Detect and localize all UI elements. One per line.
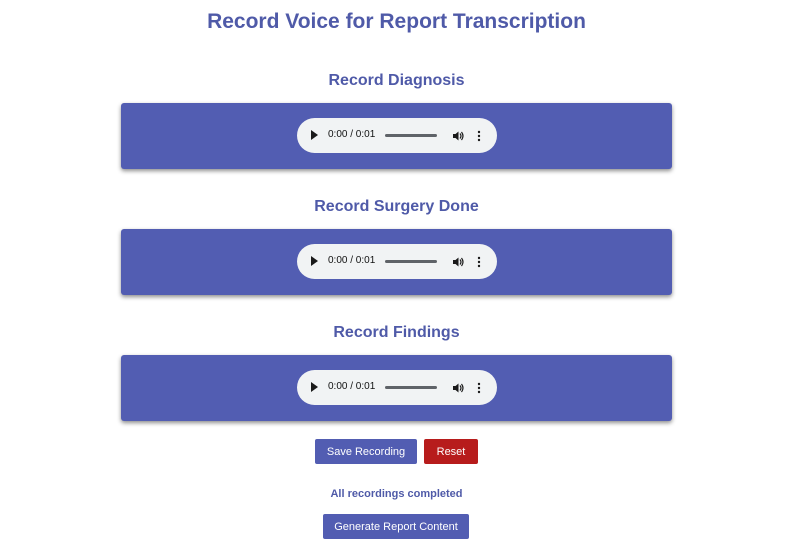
page-title: Record Voice for Report Transcription bbox=[207, 10, 586, 33]
findings-audio-player[interactable]: 0:00 / 0:01 bbox=[297, 370, 497, 405]
section-title-surgery-done: Record Surgery Done bbox=[314, 198, 479, 215]
volume-icon[interactable] bbox=[452, 256, 464, 268]
findings-recording-panel: 0:00 / 0:01 bbox=[121, 355, 672, 421]
volume-icon[interactable] bbox=[452, 382, 464, 394]
generate-report-content-button[interactable]: Generate Report Content bbox=[323, 514, 469, 539]
volume-icon[interactable] bbox=[452, 130, 464, 142]
section-title-diagnosis: Record Diagnosis bbox=[328, 72, 465, 89]
save-recording-button[interactable]: Save Recording bbox=[315, 439, 417, 464]
more-vertical-icon[interactable] bbox=[477, 256, 481, 268]
diagnosis-recording-panel: 0:00 / 0:01 bbox=[121, 103, 672, 169]
more-vertical-icon[interactable] bbox=[477, 130, 481, 142]
audio-progress-slider[interactable] bbox=[385, 260, 437, 263]
status-message: All recordings completed bbox=[330, 488, 463, 500]
play-icon[interactable] bbox=[311, 382, 318, 392]
page: Record Voice for Report Transcription Re… bbox=[0, 0, 793, 555]
surgery-done-audio-player[interactable]: 0:00 / 0:01 bbox=[297, 244, 497, 279]
play-icon[interactable] bbox=[311, 130, 318, 140]
section-title-findings: Record Findings bbox=[333, 324, 460, 341]
reset-button[interactable]: Reset bbox=[424, 439, 478, 464]
more-vertical-icon[interactable] bbox=[477, 382, 481, 394]
surgery-done-recording-panel: 0:00 / 0:01 bbox=[121, 229, 672, 295]
audio-time: 0:00 / 0:01 bbox=[328, 381, 376, 392]
play-icon[interactable] bbox=[311, 256, 318, 266]
audio-progress-slider[interactable] bbox=[385, 134, 437, 137]
audio-time: 0:00 / 0:01 bbox=[328, 129, 376, 140]
diagnosis-audio-player[interactable]: 0:00 / 0:01 bbox=[297, 118, 497, 153]
audio-time: 0:00 / 0:01 bbox=[328, 255, 376, 266]
audio-progress-slider[interactable] bbox=[385, 386, 437, 389]
